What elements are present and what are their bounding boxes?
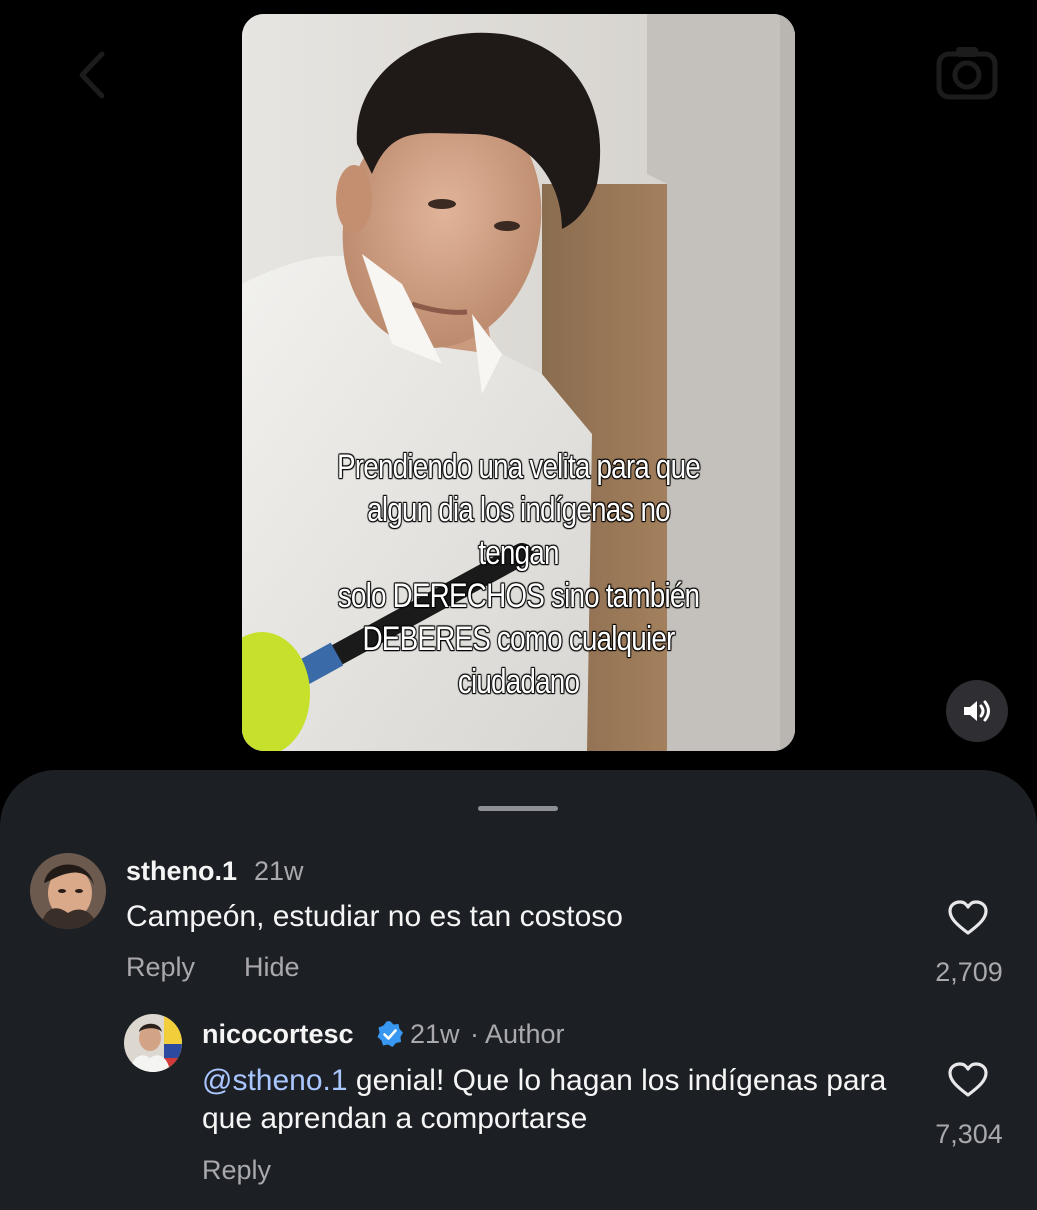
reply-button[interactable]: Reply — [202, 1155, 271, 1186]
comment-text: @stheno.1 genial! Que lo hagan los indíg… — [202, 1062, 902, 1138]
avatar[interactable] — [124, 1014, 182, 1072]
like-count: 7,304 — [935, 1119, 1003, 1149]
verified-badge-icon — [377, 1021, 403, 1047]
video-caption: Prendiendo una velita para que algun dia… — [337, 447, 702, 701]
avatar[interactable] — [30, 853, 106, 929]
comment-time: 21w — [410, 1019, 460, 1049]
comment-username[interactable]: nicocortesc — [202, 1019, 354, 1050]
comment-time: 21w — [254, 856, 304, 886]
heart-icon[interactable] — [948, 1062, 988, 1098]
mention-link[interactable]: @stheno.1 — [202, 1064, 348, 1097]
like-count: 2,709 — [935, 957, 1003, 987]
comment-text: Campeón, estudiar no es tan costoso — [126, 900, 623, 933]
reply-button[interactable]: Reply — [126, 952, 195, 983]
sound-toggle-button[interactable] — [946, 680, 1008, 742]
hide-button[interactable]: Hide — [244, 952, 300, 983]
drag-handle[interactable] — [478, 806, 558, 811]
camera-icon[interactable] — [936, 44, 998, 100]
author-label: · Author — [470, 1019, 565, 1049]
comments-sheet — [0, 770, 1037, 1210]
reel-video[interactable]: Prendiendo una velita para que algun dia… — [242, 14, 795, 751]
speaker-icon — [964, 700, 990, 722]
heart-icon[interactable] — [948, 900, 988, 936]
comment-username[interactable]: stheno.1 — [126, 856, 237, 887]
